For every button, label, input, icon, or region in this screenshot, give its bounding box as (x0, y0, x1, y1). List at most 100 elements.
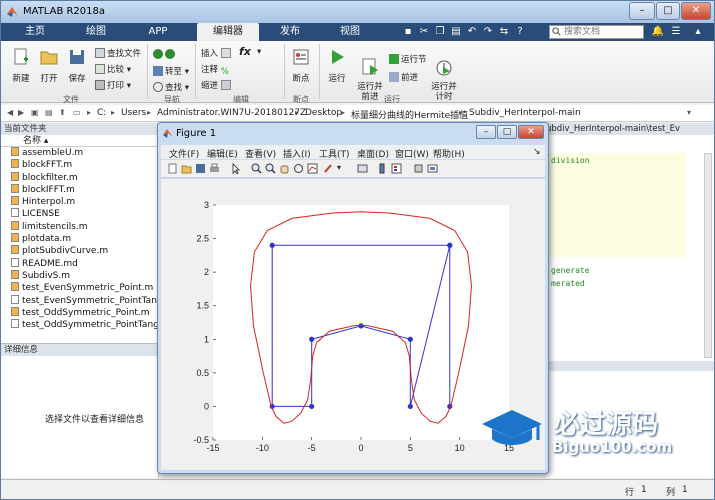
legend-icon[interactable] (391, 163, 402, 174)
nav-back-forward[interactable] (153, 49, 177, 60)
address-bar[interactable]: ◀ ▶ ▣ ▤ ⬆ ▭ ▸ C: ▸ Users ▸ Administrator… (1, 105, 714, 122)
breadcrumb-users[interactable]: Users (121, 108, 146, 118)
address-dropdown-icon[interactable]: ▾ (687, 108, 691, 117)
breadcrumb-folder[interactable]: Subdiv_HerInterpol-main (469, 108, 581, 118)
figure-maximize-button[interactable]: □ (497, 125, 517, 139)
zoom-out-icon[interactable] (265, 163, 276, 174)
breadcrumb-desktop[interactable]: Desktop (305, 108, 342, 118)
collapse-toolstrip-icon[interactable]: ▴ (691, 25, 705, 39)
breadcrumb-user[interactable]: Administrator.WIN7U-20180127Z (157, 108, 306, 118)
comment-button[interactable]: 注释 % (201, 63, 233, 77)
insert-function-button[interactable]: fx (239, 45, 251, 58)
menu-edit[interactable]: 编辑(E) (207, 147, 238, 160)
compare-button[interactable]: 比较 ▾ (95, 63, 131, 75)
list-item[interactable]: test_EvenSymmetric_PointTange (1, 294, 168, 307)
tab-home[interactable]: 主页 (9, 23, 61, 41)
colorbar-icon[interactable] (377, 163, 388, 174)
print-button[interactable]: 打印 ▾ (95, 79, 131, 91)
parent-folder-icon[interactable]: ⬆ (59, 108, 66, 117)
run-section-button[interactable]: 运行节 (389, 53, 427, 65)
data-cursor-icon[interactable] (307, 163, 318, 174)
pan-hand-icon[interactable] (279, 163, 290, 174)
find-button[interactable]: 查找 ▾ (153, 81, 189, 93)
name-column-header[interactable]: 名称 ▴ (1, 135, 158, 147)
indent-button[interactable]: 缩进 (201, 79, 233, 91)
paste-icon[interactable]: ▤ (449, 25, 463, 39)
tab-plots[interactable]: 绘图 (67, 23, 125, 41)
list-item[interactable]: README.md (1, 257, 158, 270)
list-item[interactable]: test_EvenSymmetric_Point.m (1, 282, 158, 294)
menu-dock-icon[interactable]: ↘ (533, 147, 541, 157)
list-item[interactable]: plotSubdivCurve.m (1, 245, 158, 257)
menu-window[interactable]: 窗口(W) (395, 147, 429, 160)
folder-up-icon[interactable]: ▣ (31, 108, 39, 117)
open-file-icon[interactable] (181, 163, 192, 174)
figure-close-button[interactable]: ✕ (518, 125, 544, 139)
insert-button[interactable]: 插入 (201, 47, 233, 59)
figure-minimize-button[interactable]: – (476, 125, 496, 139)
undo-icon[interactable]: ↶ (465, 25, 479, 39)
open-button[interactable]: 打开 (35, 47, 63, 84)
menu-view[interactable]: 查看(V) (245, 147, 276, 160)
tab-publish[interactable]: 发布 (263, 23, 317, 41)
list-item[interactable]: SubdivS.m (1, 269, 158, 282)
pointer-icon[interactable] (231, 163, 242, 174)
advance-button[interactable]: 前进 (389, 71, 418, 83)
tab-editor[interactable]: 编辑器 (197, 23, 259, 41)
list-item[interactable]: limitstencils.m (1, 220, 158, 233)
minimize-button[interactable]: – (629, 2, 655, 20)
list-item[interactable]: blockfilter.m (1, 171, 158, 184)
copy-icon[interactable]: ❐ (433, 25, 447, 39)
goto-button[interactable]: 转至 ▾ (153, 65, 189, 77)
switch-windows-icon[interactable]: ⇆ (497, 25, 511, 39)
breakpoints-button[interactable]: 断点 (287, 47, 315, 84)
print-figure-icon[interactable] (209, 163, 220, 174)
list-item[interactable]: blockFFT.m (1, 159, 158, 171)
help-icon[interactable]: ? (513, 25, 527, 39)
forward-icon[interactable]: ▶ (18, 108, 24, 117)
show-plot-tools-icon[interactable] (427, 163, 438, 174)
account-icon[interactable]: ☰ (669, 25, 683, 39)
link-plot-icon[interactable] (357, 163, 368, 174)
list-item[interactable]: test_OddSymmetric_Point.m (1, 306, 158, 319)
list-item[interactable]: LICENSE (1, 208, 158, 220)
editor-scrollbar[interactable] (704, 153, 712, 358)
menu-desktop[interactable]: 桌面(D) (357, 147, 389, 160)
menu-help[interactable]: 帮助(H) (433, 147, 465, 160)
edit-extra-button[interactable]: ▾ (257, 47, 261, 57)
zoom-in-icon[interactable] (251, 163, 262, 174)
list-item[interactable]: Hinterpol.m (1, 196, 158, 208)
new-button[interactable]: 新建 (7, 47, 35, 84)
hide-plot-tools-icon[interactable] (413, 163, 424, 174)
notification-icon[interactable]: 🔔 (651, 25, 665, 39)
find-files-button[interactable]: 查找文件 (95, 47, 141, 59)
redo-icon[interactable]: ↷ (481, 25, 495, 39)
tab-view[interactable]: 视图 (323, 23, 377, 41)
list-item[interactable]: assembleU.m (1, 147, 158, 159)
breadcrumb-project[interactable]: 标量细分曲线的Hermite插值 (351, 108, 468, 121)
cut-icon[interactable]: ✂ (417, 25, 431, 39)
menu-insert[interactable]: 插入(I) (283, 147, 311, 160)
new-figure-icon[interactable] (167, 163, 178, 174)
menu-file[interactable]: 文件(F) (169, 147, 199, 160)
menu-tools[interactable]: 工具(T) (319, 147, 350, 160)
editor-file-tab[interactable]: ubdiv_HerInterpol-main\test_Ev (546, 123, 714, 135)
maximize-button[interactable]: □ (656, 2, 680, 20)
list-item[interactable]: plotdata.m (1, 233, 158, 245)
save-quick-icon[interactable]: ▪ (401, 25, 415, 39)
list-item[interactable]: blockIFFT.m (1, 183, 158, 196)
list-item[interactable]: test_OddSymmetric_PointTange (1, 319, 164, 331)
back-icon[interactable]: ◀ (7, 108, 13, 117)
brush-icon[interactable] (323, 163, 334, 174)
save-button[interactable]: 保存 (63, 47, 91, 84)
run-button[interactable]: 运行 (323, 47, 351, 84)
tab-apps[interactable]: APP (129, 23, 187, 41)
save-figure-icon[interactable] (195, 163, 206, 174)
back-arrow-icon (153, 49, 163, 59)
breadcrumb-drive[interactable]: C: (97, 108, 106, 118)
browse-folder-icon[interactable]: ▤ (45, 108, 53, 117)
rotate-3d-icon[interactable] (293, 163, 304, 174)
search-documentation-input[interactable]: 搜索文档 (549, 25, 644, 39)
brush-dropdown-icon[interactable]: ▾ (337, 163, 348, 174)
close-button[interactable]: ✕ (681, 2, 711, 20)
